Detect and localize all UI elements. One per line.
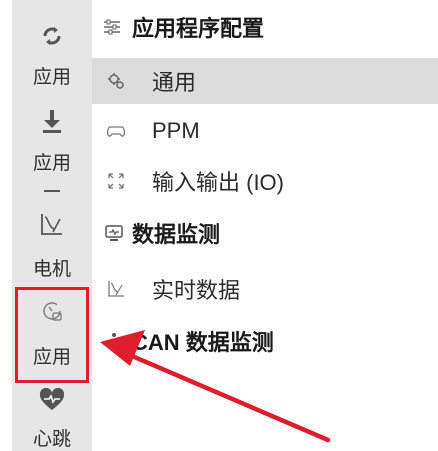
annotation-arrow [100, 330, 331, 443]
